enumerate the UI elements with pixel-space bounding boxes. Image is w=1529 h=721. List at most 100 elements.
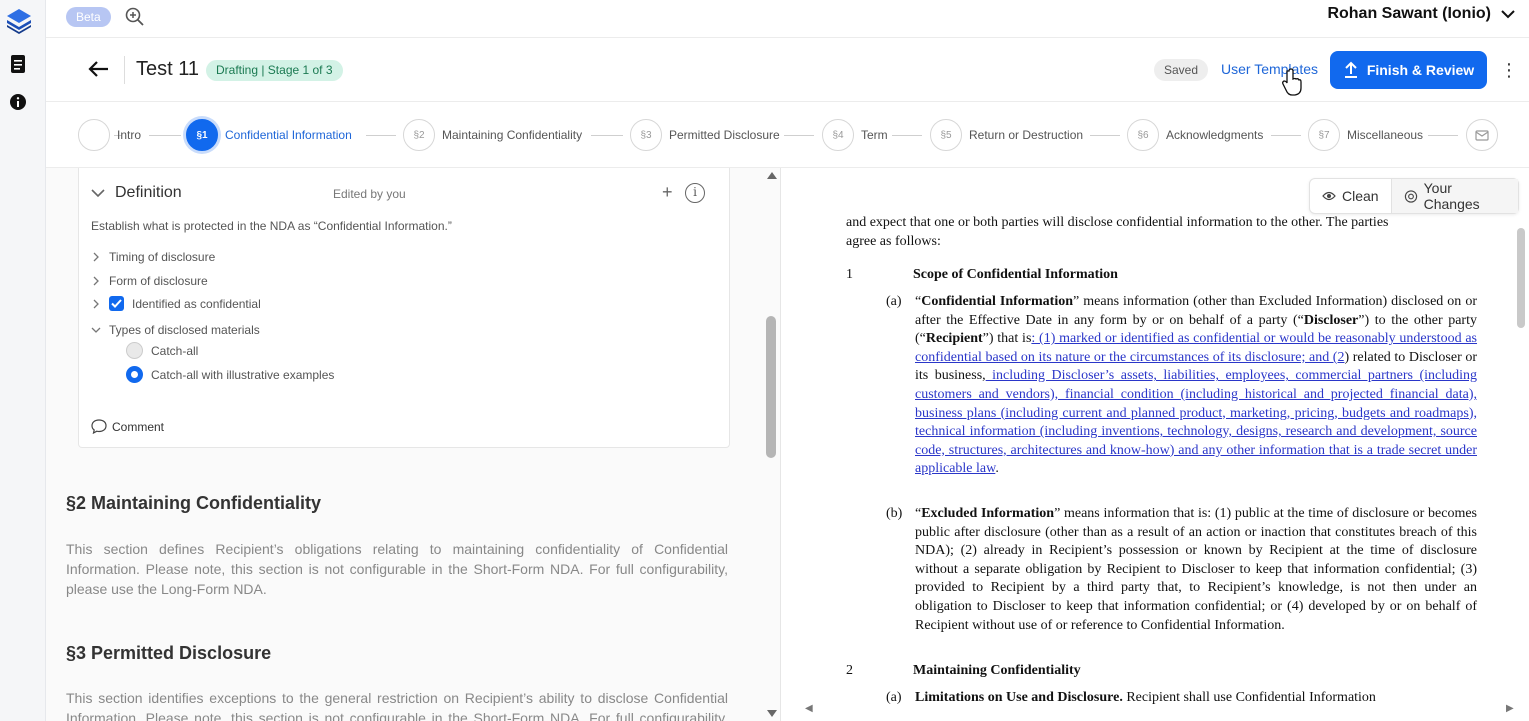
right-scrollbar-thumb[interactable] bbox=[1517, 228, 1525, 328]
clause-1a-text: “Confidential Information” means informa… bbox=[915, 294, 1478, 477]
step-confidential-information[interactable]: §1 Confidential Information bbox=[186, 118, 352, 152]
radio-label: Catch-all bbox=[151, 343, 199, 358]
identified-checkbox[interactable] bbox=[109, 296, 124, 311]
your-changes-button[interactable]: Your Changes bbox=[1390, 179, 1518, 213]
clause-2-title: Maintaining Confidentiality bbox=[913, 663, 1081, 678]
radio-catch-all-with-examples[interactable]: Catch-all with illustrative examples bbox=[126, 366, 334, 383]
step-label: Confidential Information bbox=[225, 128, 352, 142]
chevron-down-icon bbox=[91, 189, 105, 198]
step-circle: §1 bbox=[186, 119, 218, 151]
section-2-text: This section defines Recipient’s obligat… bbox=[66, 541, 728, 597]
step-return-or-destruction[interactable]: §5 Return or Destruction bbox=[930, 118, 1083, 152]
radio-button[interactable] bbox=[126, 342, 143, 359]
radio-button-selected[interactable] bbox=[126, 366, 143, 383]
step-connector bbox=[892, 135, 922, 136]
step-label: Intro bbox=[117, 128, 142, 142]
scroll-right-icon[interactable]: ▶ bbox=[1506, 703, 1514, 714]
clean-view-button[interactable]: Clean bbox=[1310, 179, 1391, 213]
section-3-text: This section identifies exceptions to th… bbox=[66, 690, 728, 721]
more-options-icon[interactable]: ⋮ bbox=[1500, 60, 1518, 80]
info-icon[interactable]: i bbox=[685, 183, 705, 203]
hand-cursor-icon bbox=[1282, 68, 1302, 96]
section-2-title: §2 Maintaining Confidentiality bbox=[66, 493, 322, 513]
upload-icon bbox=[1344, 61, 1357, 78]
step-label: Return or Destruction bbox=[969, 128, 1084, 142]
option-label: Form of disclosure bbox=[109, 274, 208, 288]
option-form-of-disclosure[interactable]: Form of disclosure bbox=[91, 274, 208, 288]
term-confidential-information: Confidential Information bbox=[921, 294, 1074, 309]
scroll-left-icon[interactable]: ◀ bbox=[805, 703, 813, 714]
step-intro[interactable]: Intro bbox=[78, 118, 141, 152]
step-circle: §4 bbox=[822, 119, 854, 151]
chevron-down-icon bbox=[1501, 10, 1515, 19]
step-circle: §2 bbox=[403, 119, 435, 151]
step-signature[interactable] bbox=[1466, 118, 1498, 152]
option-label: Identified as confidential bbox=[132, 296, 261, 311]
step-label: Permitted Disclosure bbox=[669, 128, 780, 142]
definition-card: Definition Edited by you + i Establish w… bbox=[78, 168, 730, 448]
radio-catch-all[interactable]: Catch-all bbox=[126, 342, 198, 359]
step-term[interactable]: §4 Term bbox=[822, 118, 888, 152]
section-stepper: Intro §1 Confidential Information §2 Mai… bbox=[46, 102, 1529, 168]
clause-text: ” means information that is: (1) public … bbox=[915, 506, 1478, 633]
clean-label: Clean bbox=[1342, 188, 1379, 204]
clause-text: . bbox=[995, 461, 999, 477]
term-recipient: Recipient bbox=[925, 331, 983, 347]
definition-title: Definition bbox=[115, 184, 182, 201]
your-changes-label: Your Changes bbox=[1423, 180, 1480, 212]
step-circle: §6 bbox=[1127, 119, 1159, 151]
step-label: Acknowledgments bbox=[1166, 128, 1264, 142]
stage-badge: Drafting | Stage 1 of 3 bbox=[206, 60, 343, 81]
step-label: Miscellaneous bbox=[1347, 128, 1424, 142]
step-permitted-disclosure[interactable]: §3 Permitted Disclosure bbox=[630, 118, 780, 152]
zoom-in-icon[interactable] bbox=[124, 6, 146, 28]
definition-description: Establish what is protected in the NDA a… bbox=[91, 219, 452, 233]
chevron-right-icon bbox=[93, 276, 99, 286]
step-label: Term bbox=[861, 128, 888, 142]
finish-review-button[interactable]: Finish & Review bbox=[1330, 51, 1487, 89]
user-menu[interactable]: Rohan Sawant (Ionio) bbox=[1327, 5, 1515, 23]
user-name: Rohan Sawant (Ionio) bbox=[1327, 5, 1491, 22]
step-maintaining-confidentiality[interactable]: §2 Maintaining Confidentiality bbox=[403, 118, 582, 152]
back-arrow-icon[interactable] bbox=[86, 56, 112, 82]
option-types-of-disclosed-materials[interactable]: Types of disclosed materials bbox=[91, 323, 260, 337]
left-scrollbar-thumb[interactable] bbox=[766, 316, 776, 458]
divider bbox=[124, 56, 125, 84]
chevron-down-icon bbox=[91, 327, 101, 333]
document-header: Test 11 Drafting | Stage 1 of 3 Saved Us… bbox=[46, 38, 1529, 102]
questionnaire-pane: Definition Edited by you + i Establish w… bbox=[46, 168, 780, 721]
clause-1b-text: “Excluded Information” means information… bbox=[915, 506, 1478, 633]
comment-label: Comment bbox=[112, 419, 165, 434]
term-excluded-information: Excluded Information bbox=[921, 506, 1055, 521]
definition-header[interactable]: Definition bbox=[91, 184, 182, 202]
step-connector bbox=[1271, 135, 1301, 136]
document-title: Test 11 bbox=[136, 58, 199, 80]
user-templates-link[interactable]: User Templates bbox=[1221, 61, 1318, 77]
document-preview-pane: and expect that one or both parties will… bbox=[780, 168, 1529, 721]
document-icon[interactable] bbox=[6, 52, 30, 76]
step-miscellaneous[interactable]: §7 Miscellaneous bbox=[1308, 118, 1423, 152]
radio-label: Catch-all with illustrative examples bbox=[151, 367, 335, 382]
clause-2a-text: Limitations on Use and Disclosure. Recip… bbox=[915, 689, 1477, 708]
clause-1-title: Scope of Confidential Information bbox=[913, 267, 1118, 282]
chevron-right-icon bbox=[93, 299, 99, 308]
clause-1b-label: (b) bbox=[886, 506, 903, 521]
step-connector bbox=[784, 135, 814, 136]
info-icon[interactable] bbox=[6, 90, 30, 114]
app-logo-icon[interactable] bbox=[4, 6, 34, 36]
clause-text: Recipient shall use Confidential Informa… bbox=[1122, 690, 1376, 705]
intro-end-line: agree as follows: bbox=[846, 233, 941, 249]
step-circle: §5 bbox=[930, 119, 962, 151]
step-circle bbox=[78, 119, 110, 151]
option-timing-of-disclosure[interactable]: Timing of disclosure bbox=[91, 250, 215, 264]
add-icon[interactable]: + bbox=[662, 182, 673, 203]
finish-review-label: Finish & Review bbox=[1366, 62, 1475, 78]
option-identified-as-confidential[interactable]: Identified as confidential bbox=[91, 296, 261, 311]
term-limitations: Limitations on Use and Disclosure. bbox=[915, 690, 1123, 705]
step-acknowledgments[interactable]: §6 Acknowledgments bbox=[1127, 118, 1263, 152]
option-label: Types of disclosed materials bbox=[109, 323, 260, 337]
step-circle: §3 bbox=[630, 119, 662, 151]
comment-button[interactable]: Comment bbox=[91, 419, 164, 434]
clause-text: ”) that is bbox=[982, 331, 1032, 347]
step-connector bbox=[1428, 135, 1458, 136]
